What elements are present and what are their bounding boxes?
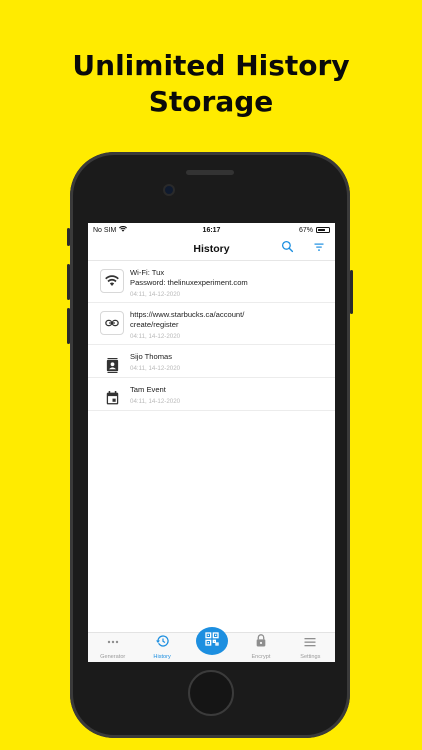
- home-button[interactable]: [188, 670, 234, 716]
- tab-bar: Generator History Encrypt Settings: [88, 627, 335, 662]
- power-button: [350, 270, 353, 314]
- status-bar: No SIM 16:17 67%: [88, 223, 335, 237]
- history-list: Wi-Fi: Tux Password: thelinuxexperiment.…: [88, 261, 335, 411]
- search-button[interactable]: [279, 240, 295, 258]
- headline-line-2: Storage: [148, 85, 274, 118]
- menu-icon: [304, 634, 316, 652]
- app-screen: No SIM 16:17 67% History Wi-Fi: Tux Pass…: [88, 223, 335, 662]
- tab-generator[interactable]: Generator: [88, 633, 137, 662]
- history-icon: [155, 634, 169, 652]
- history-item-date: 04:11, 14-12-2020: [130, 333, 181, 340]
- history-row-contact[interactable]: Sijo Thomas 04:11, 14-12-2020: [88, 345, 335, 378]
- front-camera: [165, 186, 173, 194]
- tab-history[interactable]: History: [137, 633, 186, 662]
- tab-label: History: [153, 654, 171, 660]
- history-item-title: https://www.starbucks.ca/account/ create…: [130, 310, 245, 329]
- wifi-signal-icon: [119, 225, 128, 234]
- nav-bar: History: [88, 237, 335, 261]
- calendar-icon: [100, 386, 124, 410]
- history-item-title: Wi-Fi: Tux Password: thelinuxexperiment.…: [130, 268, 248, 287]
- contact-card-icon: [100, 353, 124, 377]
- earpiece-speaker: [186, 170, 234, 175]
- status-time: 16:17: [202, 226, 221, 234]
- qr-scan-icon: [204, 631, 220, 652]
- history-item-title: Tam Event: [130, 385, 166, 394]
- history-row-wifi[interactable]: Wi-Fi: Tux Password: thelinuxexperiment.…: [88, 261, 335, 303]
- more-dots-icon: [107, 631, 119, 649]
- page-title: History: [193, 242, 230, 255]
- history-item-date: 04:11, 14-12-2020: [130, 291, 181, 298]
- volume-down-button: [67, 308, 70, 344]
- volume-up-button: [67, 264, 70, 300]
- history-item-date: 04:11, 14-12-2020: [130, 365, 181, 372]
- promo-headline: Unlimited History Storage: [0, 48, 422, 120]
- history-row-event[interactable]: Tam Event 04:11, 14-12-2020: [88, 378, 335, 411]
- tab-label: Encrypt: [251, 654, 271, 660]
- battery-percent: 67%: [298, 226, 313, 234]
- lock-icon: [256, 634, 266, 652]
- tab-settings[interactable]: Settings: [286, 633, 335, 662]
- mute-switch: [67, 228, 70, 246]
- battery-icon: [316, 227, 330, 233]
- headline-line-1: Unlimited History: [72, 49, 350, 82]
- scan-fab-button[interactable]: [195, 627, 228, 655]
- history-item-date: 04:11, 14-12-2020: [130, 398, 181, 405]
- tab-label: Generator: [100, 654, 126, 660]
- search-icon: [281, 240, 294, 258]
- tab-encrypt[interactable]: Encrypt: [236, 633, 285, 662]
- phone-frame: No SIM 16:17 67% History Wi-Fi: Tux Pass…: [67, 152, 353, 738]
- link-icon: [100, 311, 124, 335]
- history-row-url[interactable]: https://www.starbucks.ca/account/ create…: [88, 303, 335, 345]
- filter-icon: [313, 240, 325, 258]
- tab-scan[interactable]: [187, 627, 236, 662]
- history-item-title: Sijo Thomas: [130, 352, 173, 361]
- wifi-icon: [100, 269, 124, 293]
- tab-label: Settings: [300, 654, 321, 660]
- filter-button[interactable]: [311, 241, 327, 257]
- carrier-label: No SIM: [93, 226, 117, 234]
